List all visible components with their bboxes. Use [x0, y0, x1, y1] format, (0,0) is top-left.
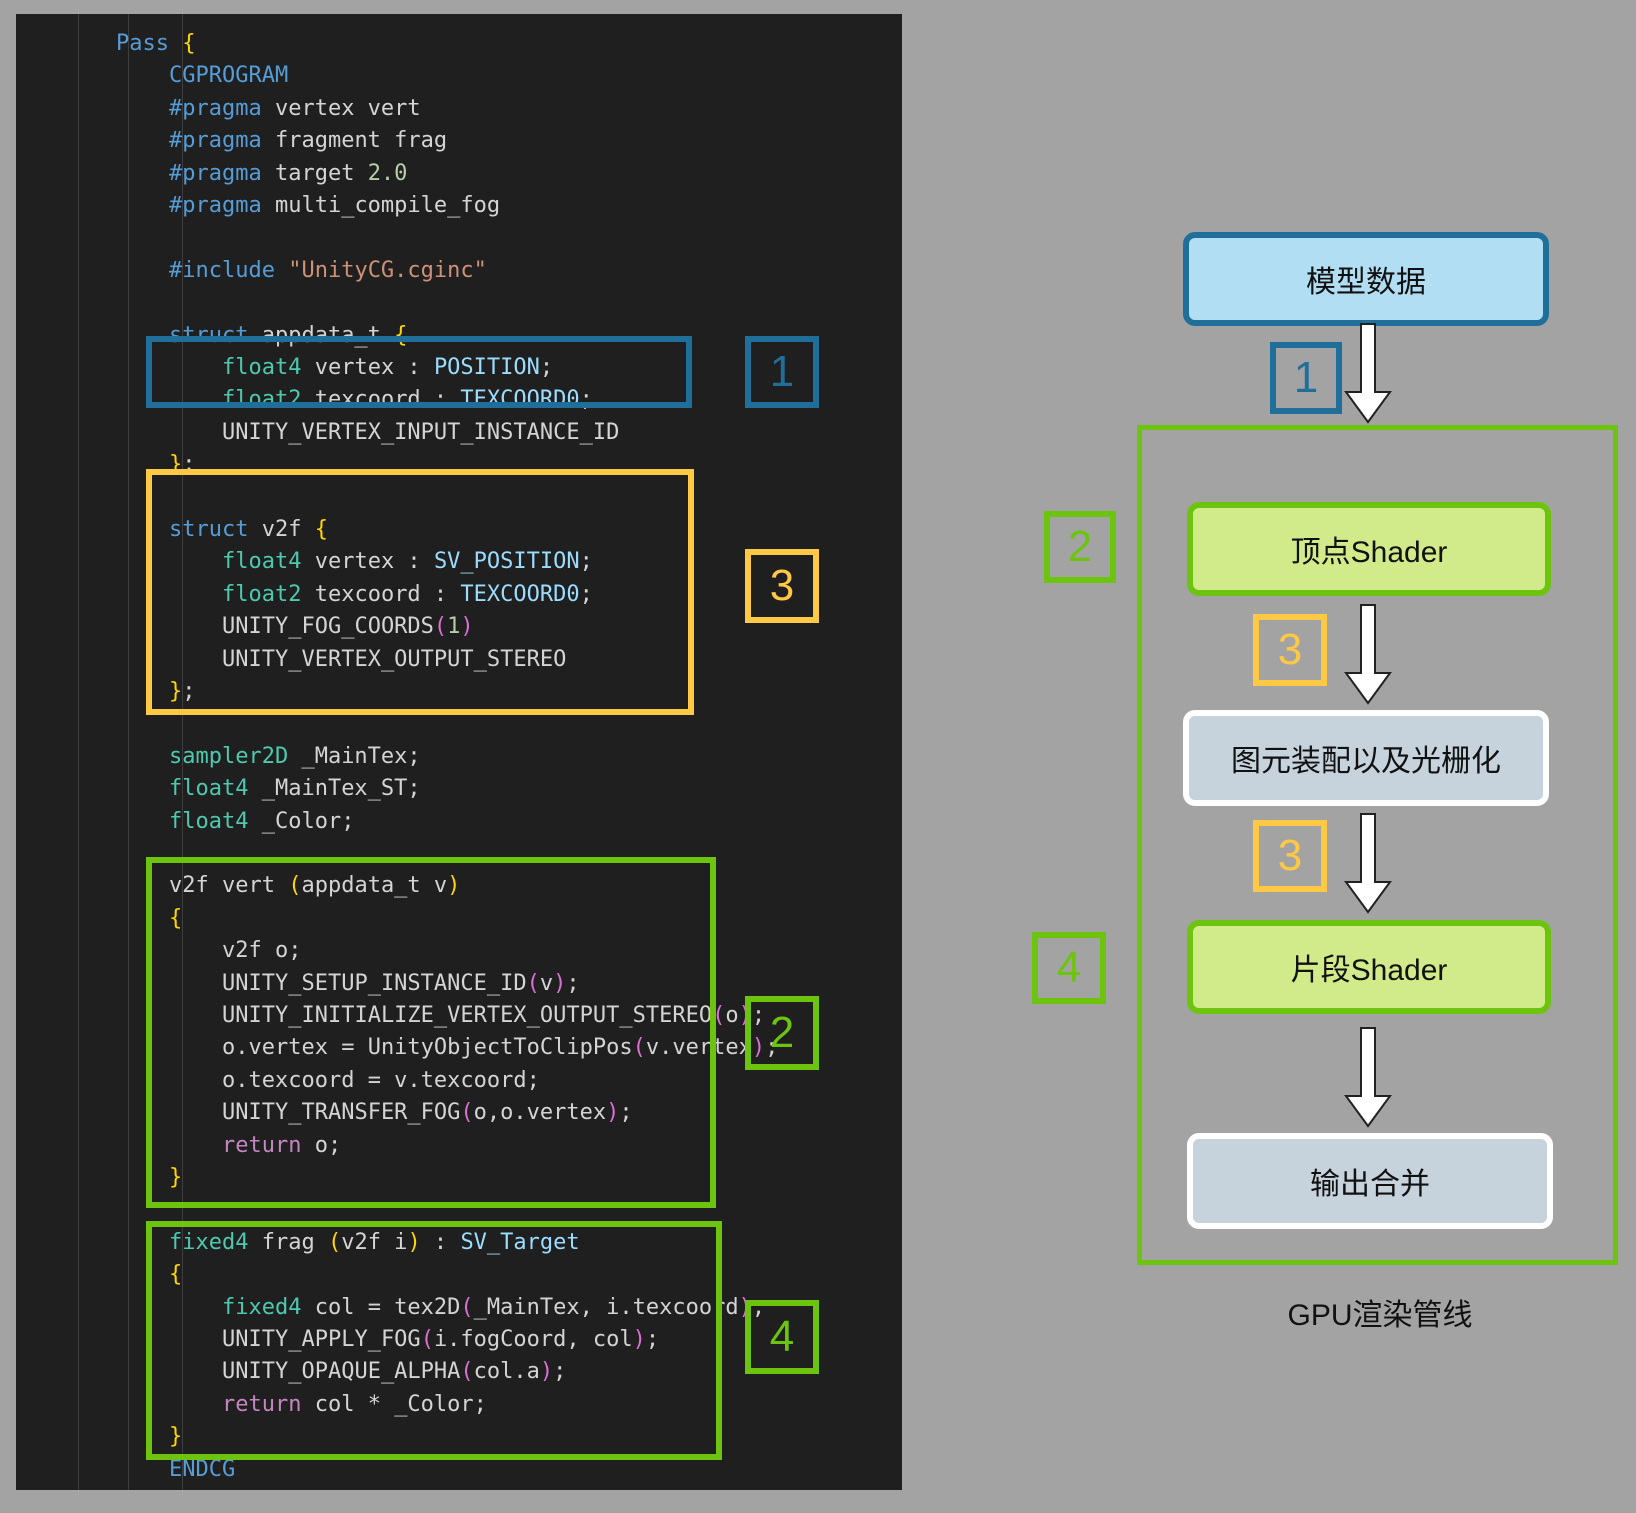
- code-line: #pragma multi_compile_fog: [16, 190, 902, 222]
- pipeline-label-2: 2: [1044, 511, 1116, 583]
- code-token: target: [274, 160, 368, 186]
- code-line: float4 _MainTex_ST;: [16, 773, 902, 805]
- code-line: float4 _Color;: [16, 806, 902, 838]
- code-line: #pragma vertex vert: [16, 93, 902, 125]
- arrow-down: [1344, 604, 1392, 705]
- code-token: _MainTex_ST;: [261, 776, 421, 802]
- node-fragment-shader: 片段Shader: [1187, 920, 1551, 1014]
- code-line: #include "UnityCG.cginc": [16, 255, 902, 287]
- pipeline-caption: GPU渲染管线: [1287, 1299, 1473, 1332]
- code-token: CGPROGRAM: [169, 63, 289, 89]
- arrow-down: [1344, 323, 1392, 424]
- pipeline-label-3-vertex: 3: [1253, 614, 1327, 686]
- code-token: 2.0: [367, 160, 408, 186]
- node-model-data: 模型数据: [1183, 232, 1549, 326]
- code-token: fragment frag: [274, 128, 448, 154]
- arrow-down: [1344, 813, 1392, 914]
- code-token: _MainTex;: [301, 743, 421, 769]
- pipeline-label-3-fragment: 3: [1253, 820, 1327, 892]
- code-token: float4: [169, 808, 262, 834]
- code-token: UNITY_VERTEX_INPUT_INSTANCE_ID: [222, 419, 620, 445]
- code-token: float4: [169, 776, 262, 802]
- arrow-down: [1344, 1027, 1392, 1128]
- code-line: #pragma target 2.0: [16, 158, 902, 190]
- code-token: #pragma: [169, 95, 275, 121]
- code-editor-panel: Pass {CGPROGRAM #pragma vertex vert #pragm…: [16, 14, 902, 1490]
- pipeline-label-1: 1: [1270, 342, 1342, 414]
- code-token: #include: [169, 257, 289, 283]
- code-label-2: 2: [745, 996, 819, 1070]
- code-token: {: [182, 31, 196, 56]
- code-line: CGPROGRAM: [16, 60, 902, 92]
- code-token: multi_compile_fog: [274, 193, 501, 218]
- code-token: "UnityCG.cginc": [288, 257, 487, 283]
- code-token: ENDCG: [169, 1456, 236, 1482]
- code-token: vertex vert: [274, 95, 421, 121]
- highlight-box-frag-function: [146, 1221, 722, 1460]
- code-line: #pragma fragment frag: [16, 125, 902, 157]
- code-token: sampler2D: [169, 743, 302, 769]
- code-token: #pragma: [169, 128, 275, 154]
- code-token: o: [725, 1003, 739, 1028]
- code-token: #pragma: [169, 193, 275, 218]
- code-label-3: 3: [745, 549, 819, 623]
- node-vertex-shader: 顶点Shader: [1187, 502, 1551, 596]
- node-primitive-assembly: 图元装配以及光栅化: [1183, 710, 1549, 806]
- code-token: #pragma: [169, 160, 275, 186]
- highlight-box-v2f: [146, 469, 694, 715]
- code-line: Pass {: [16, 28, 902, 60]
- highlight-box-appdata: [146, 336, 692, 408]
- code-line: sampler2D _MainTex;: [16, 741, 902, 773]
- code-line: UNITY_VERTEX_INPUT_INSTANCE_ID: [16, 417, 902, 449]
- code-token: _Color;: [261, 808, 355, 834]
- pipeline-label-4: 4: [1032, 932, 1106, 1004]
- node-output-merge: 输出合并: [1187, 1133, 1553, 1229]
- code-label-4: 4: [745, 1300, 819, 1374]
- code-token: Pass: [116, 31, 183, 56]
- code-label-1: 1: [745, 336, 819, 408]
- highlight-box-vert-function: [146, 857, 716, 1208]
